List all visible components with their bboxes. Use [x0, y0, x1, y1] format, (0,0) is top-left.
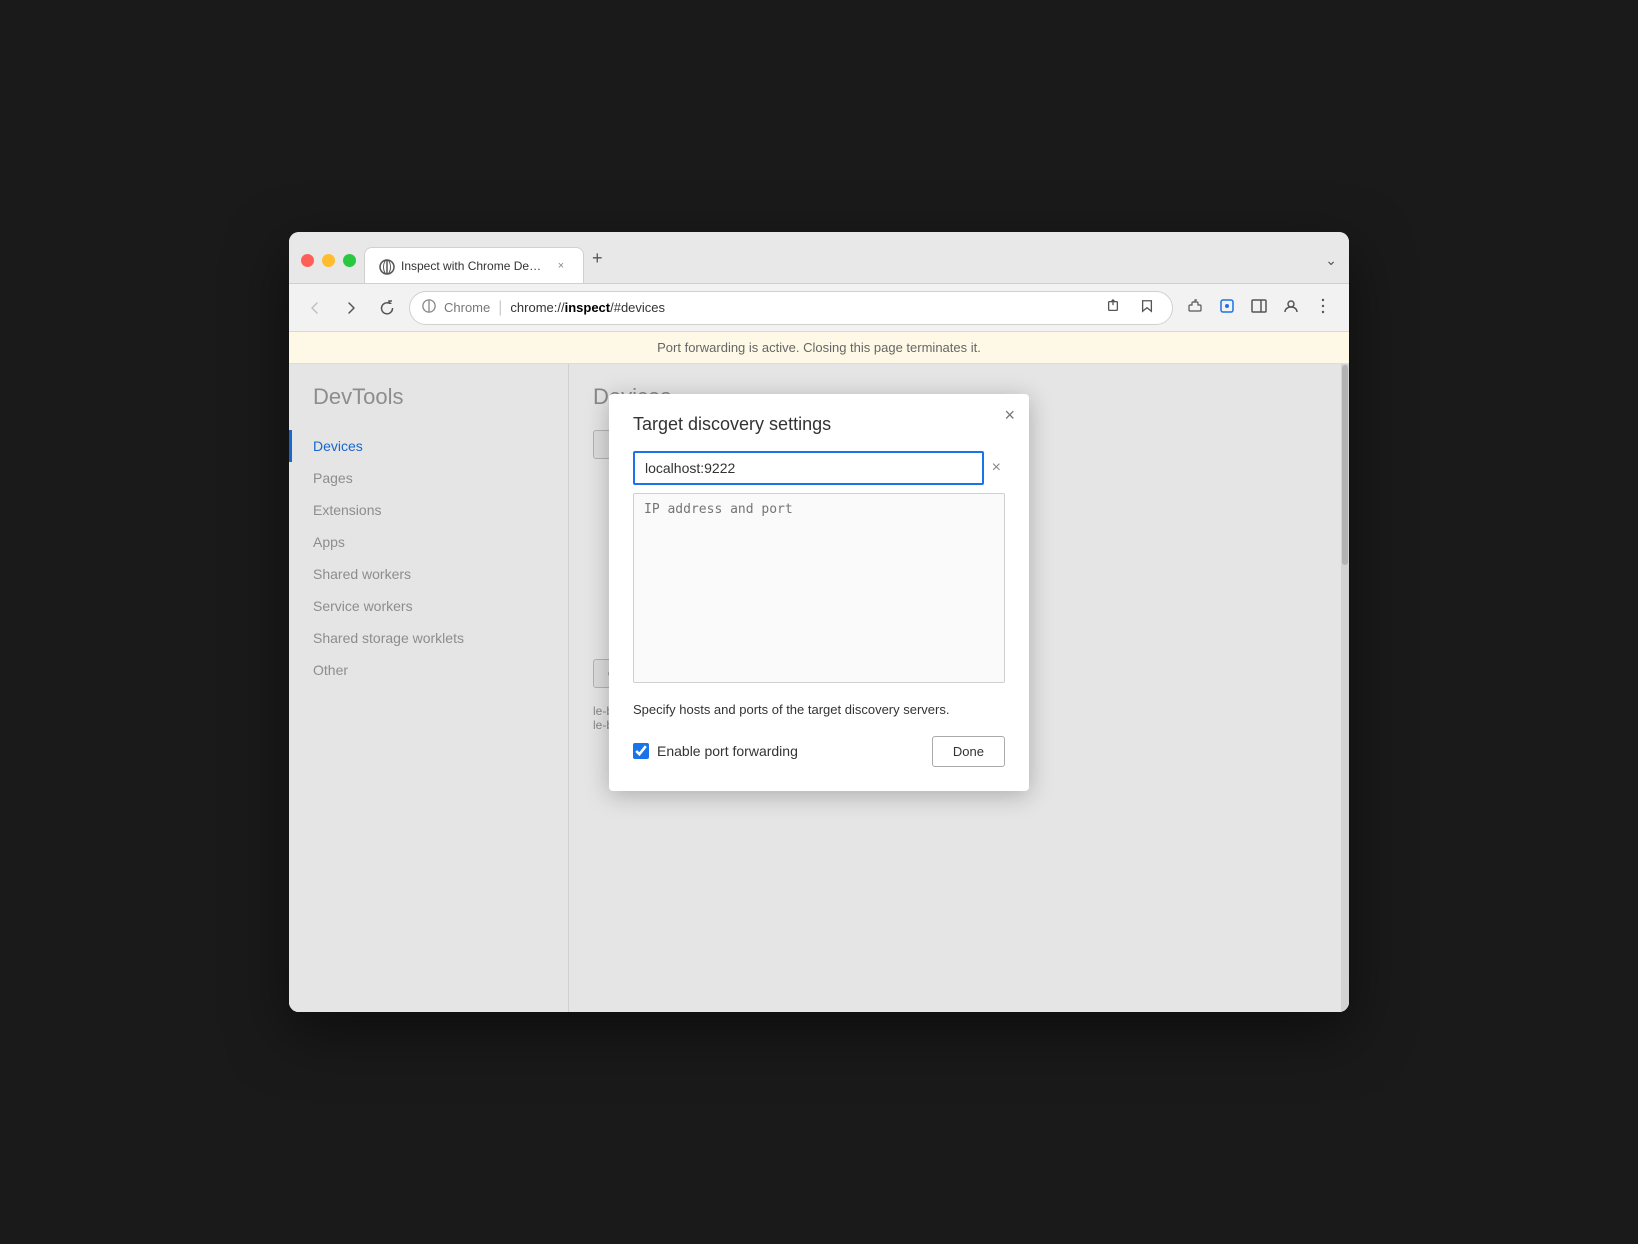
address-url[interactable]: chrome://inspect/#devices: [510, 300, 1092, 315]
close-window-button[interactable]: [301, 254, 314, 267]
address-chrome-label: Chrome: [444, 300, 490, 315]
tab-close-button[interactable]: ×: [553, 258, 569, 274]
tab-overflow-button[interactable]: ⌄: [1325, 252, 1337, 283]
checkbox-label-text: Enable port forwarding: [657, 743, 798, 759]
maximize-window-button[interactable]: [343, 254, 356, 267]
modal-dialog: × Target discovery settings × Specify ho…: [609, 394, 1029, 791]
devtools-button[interactable]: [1213, 292, 1241, 324]
bookmark-button[interactable]: [1134, 293, 1160, 323]
forward-button[interactable]: [337, 294, 365, 322]
tabs-container: Inspect with Chrome Develope × + ⌄: [364, 240, 1337, 283]
modal-title: Target discovery settings: [633, 414, 1005, 435]
nav-bar: Chrome | chrome://inspect/#devices: [289, 284, 1349, 332]
tab-favicon: [379, 259, 393, 273]
host-port-input[interactable]: [633, 451, 984, 485]
back-button[interactable]: [301, 294, 329, 322]
sidebar-toggle-button[interactable]: [1245, 292, 1273, 324]
info-banner: Port forwarding is active. Closing this …: [289, 332, 1349, 364]
nav-icons: [1181, 292, 1337, 324]
share-button[interactable]: [1100, 293, 1126, 323]
address-separator: |: [498, 299, 502, 317]
address-favicon: [422, 299, 436, 316]
menu-button[interactable]: [1309, 292, 1337, 324]
port-forwarding-checkbox-label[interactable]: Enable port forwarding: [633, 743, 920, 759]
done-button[interactable]: Done: [932, 736, 1005, 767]
modal-footer: Enable port forwarding Done: [633, 736, 1005, 767]
banner-text: Port forwarding is active. Closing this …: [657, 340, 981, 355]
tab-title: Inspect with Chrome Develope: [401, 259, 545, 273]
input-clear-button[interactable]: ×: [988, 455, 1005, 481]
modal-description: Specify hosts and ports of the target di…: [633, 700, 1005, 720]
port-forwarding-checkbox[interactable]: [633, 743, 649, 759]
modal-input-row: ×: [633, 451, 1005, 485]
refresh-button[interactable]: [373, 294, 401, 322]
active-tab[interactable]: Inspect with Chrome Develope ×: [364, 247, 584, 283]
window-controls: [301, 254, 356, 283]
address-bar[interactable]: Chrome | chrome://inspect/#devices: [409, 291, 1173, 325]
title-bar: Inspect with Chrome Develope × + ⌄: [289, 232, 1349, 284]
modal-close-button[interactable]: ×: [1004, 406, 1015, 424]
browser-window: Inspect with Chrome Develope × + ⌄ Chrom…: [289, 232, 1349, 1012]
profile-button[interactable]: [1277, 292, 1305, 324]
extensions-button[interactable]: [1181, 292, 1209, 324]
additional-hosts-textarea[interactable]: [633, 493, 1005, 683]
new-tab-button[interactable]: +: [584, 240, 611, 283]
modal-overlay: × Target discovery settings × Specify ho…: [289, 364, 1349, 1012]
minimize-window-button[interactable]: [322, 254, 335, 267]
main-area: DevTools Devices Pages Extensions Apps S…: [289, 364, 1349, 1012]
